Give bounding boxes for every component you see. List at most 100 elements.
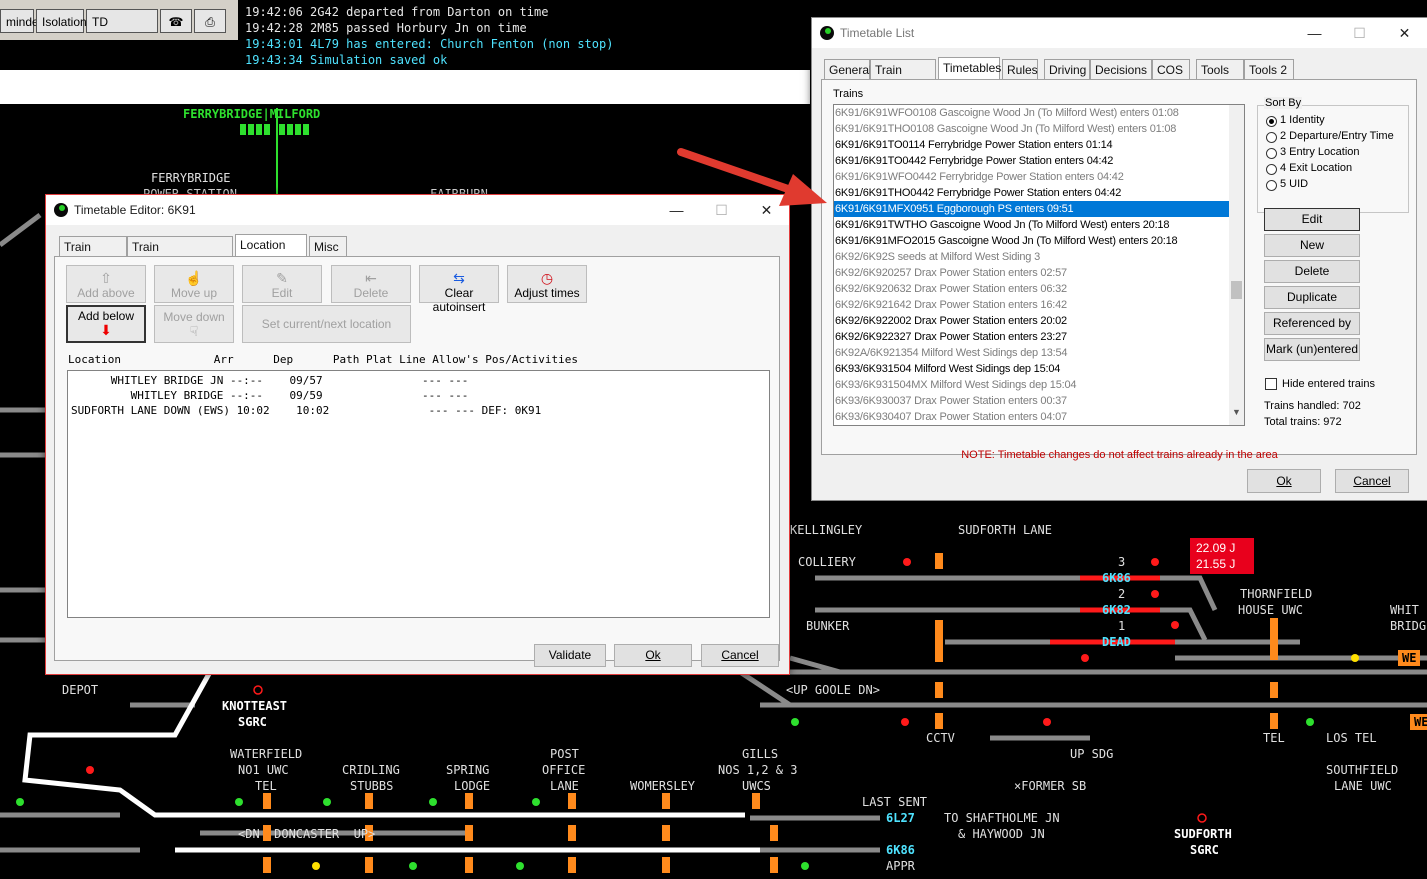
train-list-item[interactable]: 6K92A/6K921354 Milford West Sidings dep … [834, 345, 1229, 361]
train-list-item[interactable]: 6K91/6K91MFO2015 Gascoigne Wood Jn (To M… [834, 233, 1229, 249]
sort-radio[interactable] [1266, 164, 1277, 175]
list-ok-button[interactable]: Ok [1247, 469, 1321, 493]
label-thornfield: THORNFIELD [1240, 587, 1313, 601]
location-row[interactable]: WHITLEY BRIDGE JN --:-- 09/57 --- --- [71, 374, 469, 387]
move-down-button[interactable]: Move down ☟ [154, 305, 234, 343]
train-description[interactable]: 6K86 [1102, 572, 1131, 585]
clear-autoinsert-button[interactable]: ⇆ Clear autoinsert [419, 265, 499, 314]
label-whitley-bridge-2: BRIDG [1390, 619, 1427, 633]
chevron-down-icon[interactable]: ▼ [1232, 407, 1241, 417]
close-icon[interactable]: ✕ [1382, 18, 1427, 48]
train-list-item[interactable]: 6K91/6K91TWTHO Gascoigne Wood Jn (To Mil… [834, 217, 1229, 233]
scrollbar-thumb[interactable] [1231, 281, 1242, 299]
train-description[interactable]: 6L27 [886, 812, 915, 825]
window-titlebar[interactable]: Timetable List — ☐ ✕ [812, 18, 1427, 48]
validate-button[interactable]: Validate [534, 644, 606, 667]
label-depot: DEPOT [62, 683, 99, 697]
trains-scrollbar[interactable]: ▼ [1229, 105, 1244, 425]
add-above-button[interactable]: ⇧ Add above [66, 265, 146, 303]
tab-driving[interactable]: Driving [1044, 59, 1090, 79]
train-list-item[interactable]: 6K92/6K92S seeds at Milford West Siding … [834, 249, 1229, 265]
label-lane-uwc: LANE UWC [1334, 779, 1392, 793]
delete-button[interactable]: ⇤ Delete [331, 265, 411, 303]
train-list-item[interactable]: 6K91/6K91TO0114 Ferrybridge Power Statio… [834, 137, 1229, 153]
location-list[interactable]: WHITLEY BRIDGE JN --:-- 09/57 --- --- WH… [67, 370, 770, 618]
tab-location-list[interactable]: Location List [235, 234, 307, 272]
list-edit-button[interactable]: Edit [1264, 208, 1360, 231]
list-new-button[interactable]: New [1264, 234, 1360, 257]
train-list-item[interactable]: 6K92/6K920632 Drax Power Station enters … [834, 281, 1229, 297]
tab-decisions[interactable]: Decisions [1090, 59, 1152, 79]
label-office: OFFICE [542, 763, 586, 777]
tab-train-characteristics[interactable]: Train Characteristics [127, 236, 233, 274]
train-description[interactable]: DEAD [1102, 636, 1131, 649]
label-sgrc: SGRC [238, 715, 267, 729]
label-waterfield: WATERFIELD [230, 747, 303, 761]
tab-timetables[interactable]: Timetables [938, 57, 1001, 80]
label-bunker: BUNKER [806, 619, 850, 633]
sort-radio[interactable] [1266, 180, 1277, 191]
list-referenced-by-button[interactable]: Referenced by [1264, 312, 1360, 335]
tab-general[interactable]: General [824, 59, 872, 79]
reminder-button[interactable]: minder [0, 9, 43, 33]
minimize-icon[interactable]: — [1292, 18, 1337, 48]
train-list-item[interactable]: 6K91/6K91WFO0442 Ferrybridge Power Stati… [834, 169, 1229, 185]
isolation-button[interactable]: Isolation [36, 9, 87, 33]
sort-option-label: 4 Exit Location [1280, 162, 1353, 174]
trains-list[interactable]: 6K91/6K91WFO0108 Gascoigne Wood Jn (To M… [833, 104, 1245, 426]
train-list-item[interactable]: 6K91/6K91WFO0108 Gascoigne Wood Jn (To M… [834, 105, 1229, 121]
train-list-item[interactable]: 6K91/6K91TO0442 Ferrybridge Power Statio… [834, 153, 1229, 169]
we-tag[interactable]: WE [1398, 650, 1421, 666]
tab-train-types[interactable]: Train Types [870, 59, 936, 97]
printer-icon[interactable]: ⎙ [194, 9, 226, 33]
sort-radio[interactable] [1266, 116, 1277, 127]
timetable-note: NOTE: Timetable changes do not affect tr… [961, 449, 1278, 461]
tab-tools-2[interactable]: Tools 2 [1244, 59, 1294, 79]
we-tag[interactable]: WE [1410, 714, 1427, 730]
adjust-times-button[interactable]: ◷ Adjust times [507, 265, 587, 303]
sort-radio[interactable] [1266, 148, 1277, 159]
train-list-item[interactable]: 6K93/6K930407 Drax Power Station enters … [834, 409, 1229, 425]
tab-rules[interactable]: Rules [1002, 59, 1038, 79]
list-mark-unentered-button[interactable]: Mark (un)entered [1264, 338, 1360, 361]
move-up-button[interactable]: ☝ Move up [154, 265, 234, 303]
train-list-item[interactable]: 6K91/6K91THO0108 Gascoigne Wood Jn (To M… [834, 121, 1229, 137]
alarm-box[interactable]: 22.09 J 21.55 J [1190, 538, 1254, 574]
train-list-item[interactable]: 6K91/6K91MFX0951 Eggborough PS enters 09… [834, 201, 1229, 217]
maximize-icon[interactable]: ☐ [1337, 18, 1382, 48]
clock-icon: ◷ [540, 270, 554, 286]
train-list-item[interactable]: 6K93/6K930037 Drax Power Station enters … [834, 393, 1229, 409]
label-womersley: WOMERSLEY [630, 779, 696, 793]
label-ferrybridge-milford: FERRYBRIDGE|MILFORD [183, 107, 321, 121]
workspace-strip [0, 70, 810, 104]
phone-icon[interactable]: ☎ [160, 9, 192, 33]
tab-tools-1[interactable]: Tools 1 [1196, 59, 1244, 97]
train-list-item[interactable]: 6K92/6K921642 Drax Power Station enters … [834, 297, 1229, 313]
sort-radio[interactable] [1266, 132, 1277, 143]
tab-train-details[interactable]: Train Details [59, 236, 127, 274]
tab-misc[interactable]: Misc [309, 236, 347, 256]
train-description[interactable]: 6K86 [886, 844, 915, 857]
train-list-item[interactable]: 6K92/6K922327 Drax Power Station enters … [834, 329, 1229, 345]
location-row[interactable]: SUDFORTH LANE DOWN (EWS) 10:02 10:02 ---… [71, 404, 541, 417]
list-duplicate-button[interactable]: Duplicate [1264, 286, 1360, 309]
cancel-button[interactable]: Cancel [701, 644, 779, 667]
hide-entered-checkbox[interactable] [1265, 378, 1277, 390]
list-delete-button[interactable]: Delete [1264, 260, 1360, 283]
location-row[interactable]: WHITLEY BRIDGE --:-- 09/59 --- --- [71, 389, 469, 402]
edit-button[interactable]: ✎ Edit [242, 265, 322, 303]
list-cancel-button[interactable]: Cancel [1335, 469, 1409, 493]
train-list-item[interactable]: 6K93/6K931504MX Milford West Sidings dep… [834, 377, 1229, 393]
add-below-button[interactable]: Add below ⬇ [66, 305, 146, 343]
sort-by-group: Sort By 1 Identity 2 Departure/Entry Time… [1257, 97, 1409, 213]
train-list-item[interactable]: 6K92/6K920257 Drax Power Station enters … [834, 265, 1229, 281]
ok-button[interactable]: Ok [614, 644, 692, 667]
train-list-item[interactable]: 6K93/6K931504 Milford West Sidings dep 1… [834, 361, 1229, 377]
set-current-location-button[interactable]: Set current/next location [242, 305, 411, 343]
train-description[interactable]: 6K82 [1102, 604, 1131, 617]
trains-label: Trains [833, 88, 864, 100]
td-interpose-button[interactable]: TD Interpose [86, 9, 158, 53]
train-list-item[interactable]: 6K92/6K922002 Drax Power Station enters … [834, 313, 1229, 329]
train-list-item[interactable]: 6K91/6K91THO0442 Ferrybridge Power Stati… [834, 185, 1229, 201]
tab-cos[interactable]: COS [1152, 59, 1190, 79]
